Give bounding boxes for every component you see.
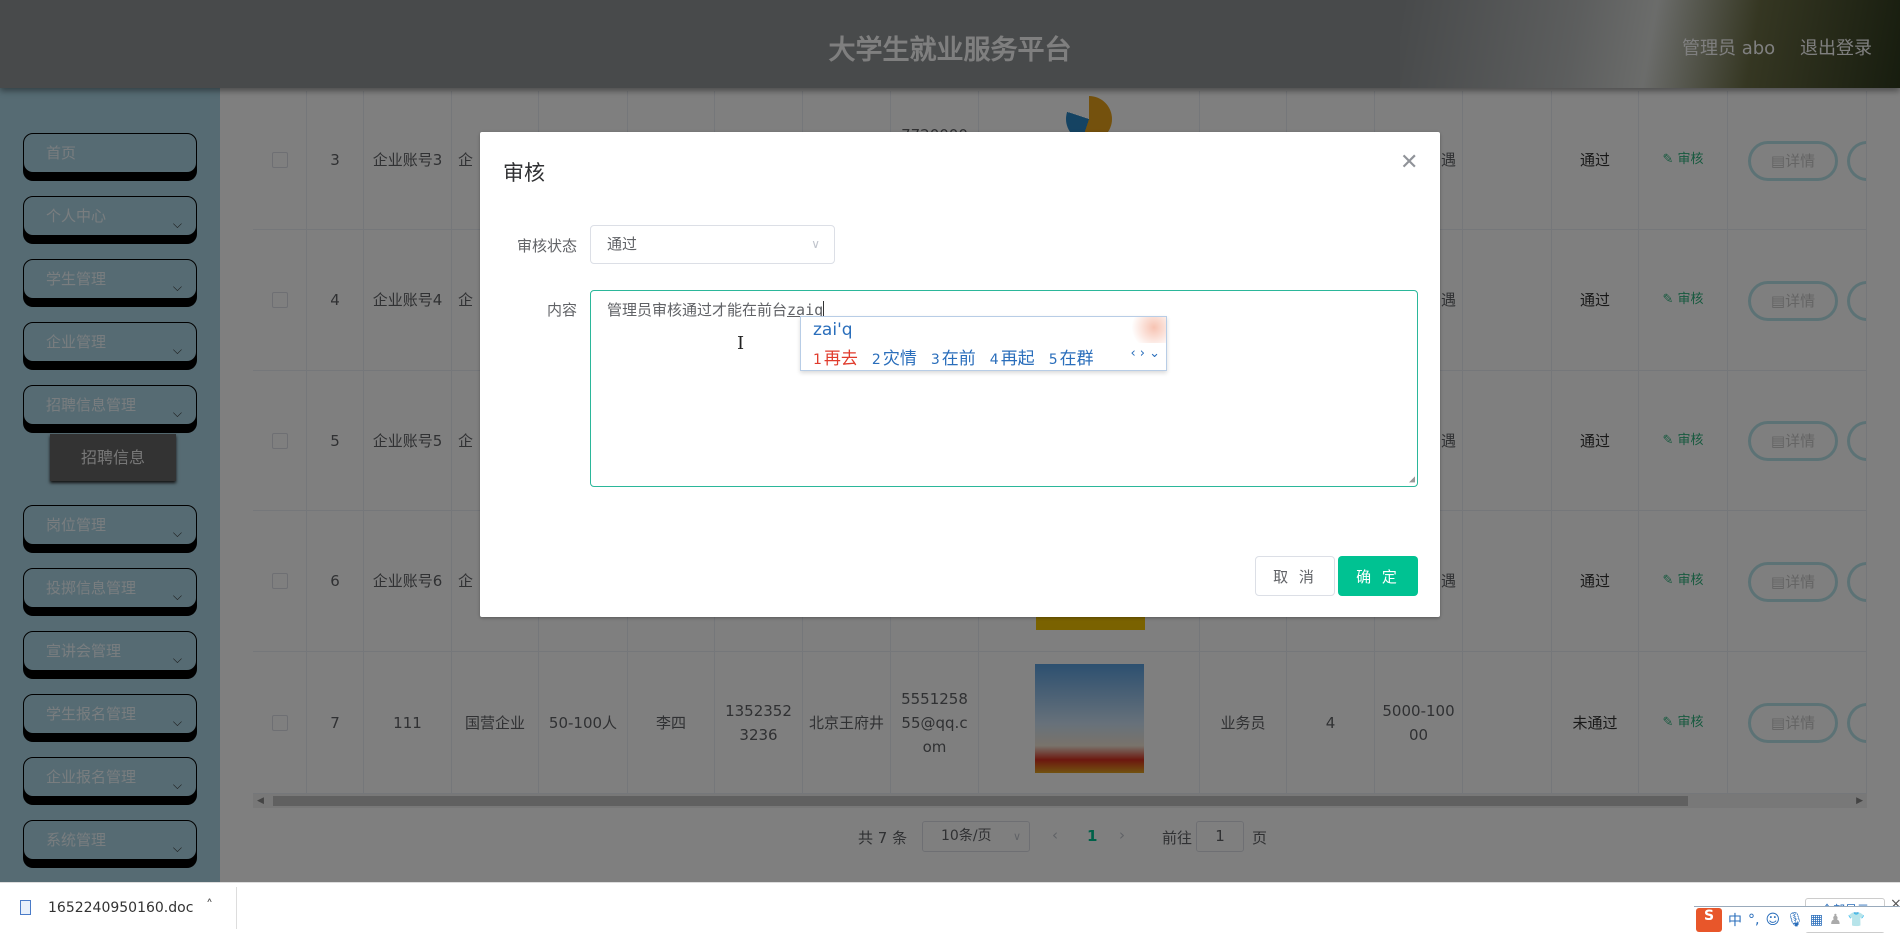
text-cursor-icon: I [737,333,745,354]
status-select-value: 通过 [607,235,638,253]
ime-candidate[interactable]: 3 在前 [931,349,976,369]
user-icon[interactable]: ♟ [1829,912,1842,928]
candidate-number: 4 [989,352,999,368]
candidate-word: 再起 [1000,349,1035,369]
ime-candidate[interactable]: 2 灾情 [872,349,917,369]
doc-file-icon [20,900,31,915]
emoji-icon[interactable]: ☺ [1765,912,1780,928]
ime-candidate[interactable]: 4 再起 [990,349,1035,369]
divider [236,887,237,929]
candidate-number: 3 [930,352,940,368]
candidate-word: 在前 [941,349,976,369]
ime-candidate[interactable]: 1 再去 [813,349,858,369]
status-label: 审核状态 [516,237,577,255]
lang-toggle[interactable]: 中 [1728,910,1742,930]
download-bar: 1652240950160.doc ˄ 全部显示 × [0,882,1900,933]
candidate-number: 1 [813,352,822,368]
keyboard-icon[interactable]: ▦ [1810,912,1823,928]
skin-icon[interactable]: 👕 [1848,912,1865,928]
ime-candidate[interactable]: 5 在群 [1049,349,1094,369]
sogou-logo-icon [1126,317,1166,343]
candidate-word: 灾情 [882,349,917,369]
dialog-title: 审核 [503,161,545,185]
chevron-up-icon[interactable]: ˄ [206,898,213,914]
sogou-ime-toolbar: S 中 °, ☺ 🎙 ▦ ♟ 👕 [1694,906,1900,932]
confirm-button[interactable]: 确 定 [1338,556,1418,596]
ime-candidates: 1 再去 2 灾情 3 在前 4 再起 5 在群 [813,344,1108,369]
close-icon[interactable]: ✕ [1400,150,1418,175]
content-text: 管理员审核通过才能在前台 [607,301,788,319]
candidate-number: 5 [1048,352,1058,368]
punct-toggle[interactable]: °, [1748,912,1759,928]
cancel-button[interactable]: 取 消 [1255,556,1335,596]
candidate-word: 再去 [823,349,858,369]
sogou-logo[interactable]: S [1696,907,1722,932]
download-filename[interactable]: 1652240950160.doc [48,900,193,916]
ime-page-nav[interactable]: ‹ › ⌄ [1130,346,1160,361]
chevron-down-icon: ∨ [811,237,820,251]
candidate-number: 2 [871,352,881,368]
audit-dialog: 审核 ✕ 审核状态 通过 ∨ 内容 管理员审核通过才能在前台zaiq ◢ 取 消… [480,132,1440,617]
resize-grip-icon[interactable]: ◢ [1409,474,1415,485]
status-select[interactable]: 通过 ∨ [590,225,835,264]
candidate-word: 在群 [1059,349,1094,369]
microphone-icon[interactable]: 🎙 [1786,912,1804,928]
ime-pinyin: zai'q [813,320,853,340]
ime-candidate-window: zai'q 1 再去 2 灾情 3 在前 4 再起 5 在群 ‹ › ⌄ [800,316,1167,371]
content-label: 内容 [546,301,577,319]
